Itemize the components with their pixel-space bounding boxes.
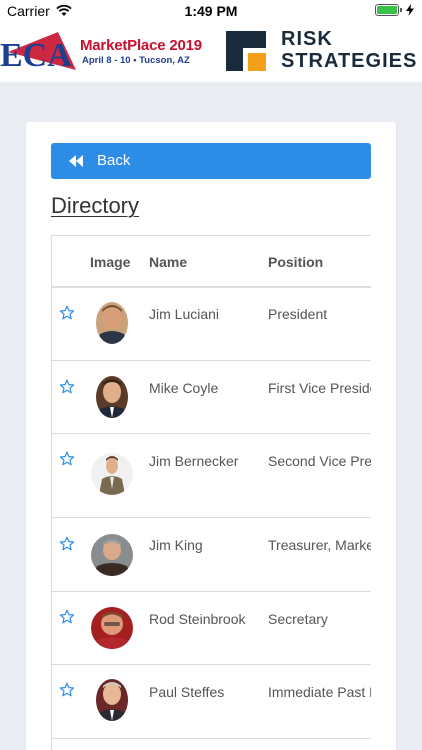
row-name: Mike Coyle <box>149 380 219 396</box>
row-name: Rod Steinbrook <box>149 611 246 627</box>
star-icon[interactable] <box>59 451 75 467</box>
row-name: Jim Luciani <box>149 306 220 322</box>
table-row[interactable]: Jim Bernecker Second Vice President <box>52 434 371 518</box>
table-row[interactable]: Jim King Treasurer, Marketplace <box>52 518 371 592</box>
header-name: Name <box>149 254 188 270</box>
header-image: Image <box>90 254 131 270</box>
table-row[interactable]: Rod Steinbrook Secretary <box>52 592 371 665</box>
row-position: Second Vice President <box>268 453 371 469</box>
row-name: Jim King <box>149 537 203 553</box>
double-chevron-left-icon <box>69 155 83 167</box>
table-row[interactable]: Jim Luciani President <box>52 288 371 361</box>
battery-level <box>377 6 397 14</box>
row-position: Treasurer, Marketplace <box>268 537 371 553</box>
avatar <box>96 302 128 344</box>
avatar <box>96 376 128 418</box>
avatar <box>91 453 133 495</box>
eca-logo-text: ECA <box>0 37 72 74</box>
bolt-icon <box>406 4 414 16</box>
header-position: Position <box>268 254 324 270</box>
back-button[interactable]: Back <box>51 143 371 179</box>
status-bar: Carrier 1:49 PM <box>0 0 422 22</box>
eca-logo: ECA <box>0 32 76 74</box>
star-icon[interactable] <box>59 682 75 698</box>
sponsor-line1: RISK <box>281 28 333 50</box>
page-title: Directory <box>51 193 140 218</box>
star-icon[interactable] <box>59 609 75 625</box>
sponsor-banner: ECA MarketPlace 2019 April 8 - 10 • Tucs… <box>0 22 422 82</box>
marketplace-title: MarketPlace 2019 <box>80 37 202 54</box>
row-position: Immediate Past President <box>268 684 371 700</box>
sponsor-line2: STRATEGIES <box>281 50 418 72</box>
star-icon[interactable] <box>59 379 75 395</box>
row-name: Paul Steffes <box>149 684 225 700</box>
risk-strategies-wordmark: RISK STRATEGIES <box>281 28 417 72</box>
status-right <box>375 4 414 16</box>
star-icon[interactable] <box>59 305 75 321</box>
back-label: Back <box>97 152 131 169</box>
battery-icon <box>375 4 402 16</box>
star-icon[interactable] <box>59 536 75 552</box>
row-position: First Vice President <box>268 380 371 396</box>
marketplace-subtitle: April 8 - 10 • Tucson, AZ <box>82 55 190 66</box>
table-header: Image Name Position <box>52 236 371 288</box>
row-position: Secretary <box>268 611 328 627</box>
avatar <box>91 607 133 649</box>
risk-strategies-logo-icon <box>226 31 266 71</box>
avatar <box>91 534 133 576</box>
avatar <box>96 679 128 721</box>
status-time: 1:49 PM <box>184 3 238 19</box>
table-row[interactable]: Mike Coyle First Vice President <box>52 361 371 434</box>
directory-table: Image Name Position Jim Luciani Presiden… <box>51 235 371 750</box>
table-row[interactable]: Paul Steffes Immediate Past President <box>52 665 371 739</box>
row-position: President <box>268 306 328 322</box>
row-name: Jim Bernecker <box>149 453 239 469</box>
directory-card: Back Directory Image Name Position Jim L… <box>26 122 396 750</box>
